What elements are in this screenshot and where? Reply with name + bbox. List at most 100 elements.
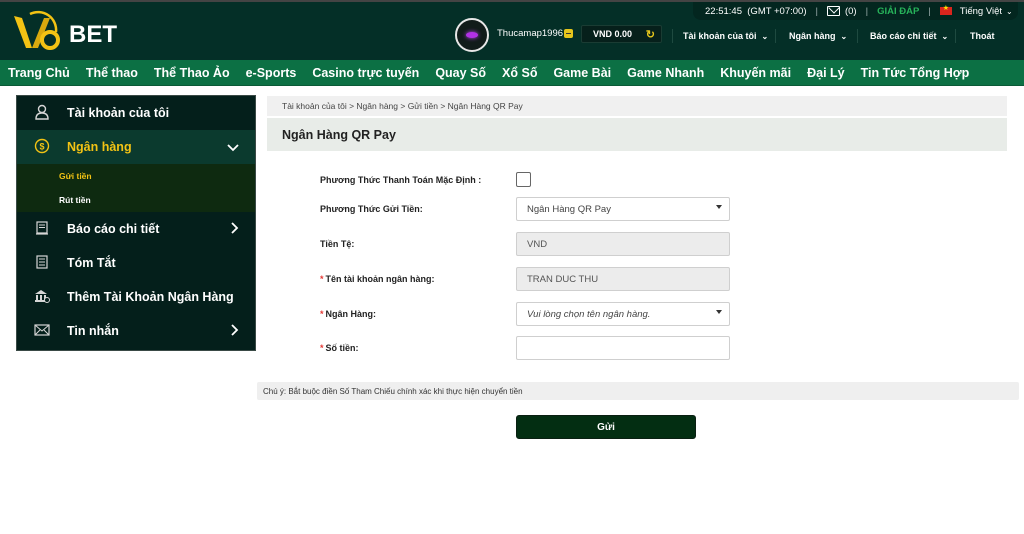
amount-label-text: Số tiền: (325, 343, 359, 353)
bank-icon (33, 289, 51, 306)
default-method-row: Phương Thức Thanh Toán Mặc Định : (320, 168, 740, 192)
clock-timezone: (GMT +07:00) (747, 5, 807, 17)
divider (672, 29, 673, 43)
nav-report[interactable]: Báo cáo chi tiết ⌄ (870, 29, 948, 43)
nav-home[interactable]: Trang Chủ (8, 66, 70, 80)
sidebar-item-summary[interactable]: Tóm Tắt (17, 246, 255, 280)
reference-note: Chú ý: Bắt buộc điền Số Tham Chiếu chính… (257, 382, 1019, 400)
default-method-checkbox[interactable] (516, 172, 531, 187)
account-name-label-text: Tên tài khoản ngân hàng: (325, 274, 435, 284)
divider: | (928, 5, 931, 17)
required-mark: * (320, 274, 324, 284)
nav-news[interactable]: Tin Tức Tổng Hợp (861, 66, 970, 80)
submit-button[interactable]: Gửi (516, 415, 696, 439)
sidebar-item-my-account[interactable]: Tài khoản của tôi (17, 96, 255, 130)
sidebar-item-label: Báo cáo chi tiết (67, 222, 160, 236)
deposit-method-label: Phương Thức Gửi Tiền: (320, 204, 423, 214)
nav-bank-label: Ngân hàng (789, 31, 836, 41)
svg-text:$: $ (39, 141, 44, 151)
chevron-right-icon (231, 221, 239, 237)
vietnam-flag-icon (939, 4, 952, 15)
account-name-value: TRAN DUC THU (527, 273, 599, 285)
chevron-right-icon (231, 323, 239, 339)
nav-casino[interactable]: Casino trực tuyến (312, 66, 419, 80)
nav-promotions[interactable]: Khuyến mãi (720, 66, 791, 80)
sidebar-item-label: Thêm Tài Khoản Ngân Hàng (67, 290, 234, 304)
amount-row: * Số tiền: (320, 336, 740, 360)
account-name-label: * Tên tài khoản ngân hàng: (320, 274, 435, 284)
sidebar-item-report[interactable]: Báo cáo chi tiết (17, 212, 255, 246)
nav-sports[interactable]: Thể thao (86, 66, 138, 80)
nav-fast-games[interactable]: Game Nhanh (627, 66, 704, 80)
divider: | (865, 5, 869, 17)
currency-row: Tiền Tệ: VND (320, 232, 740, 256)
nav-card-games[interactable]: Game Bài (553, 66, 611, 80)
bank-label: * Ngân Hàng: (320, 309, 376, 319)
sidebar-item-messages[interactable]: Tin nhắn (17, 314, 255, 348)
sidebar: Tài khoản của tôi $ Ngân hàng Gửi tiền R… (16, 95, 256, 351)
divider (857, 29, 858, 43)
required-mark: * (320, 343, 324, 353)
caret-down-icon (716, 310, 722, 314)
help-link[interactable]: GIẢI ĐÁP (877, 6, 919, 17)
sidebar-item-label: Tài khoản của tôi (67, 106, 170, 120)
username: Thucamap1996 (497, 28, 564, 39)
refresh-icon[interactable]: ↻ (646, 28, 655, 41)
language-selector[interactable]: Tiếng Việt (960, 6, 1002, 17)
default-method-label: Phương Thức Thanh Toán Mặc Định : (320, 175, 482, 185)
sidebar-subitem-withdraw[interactable]: Rút tiền (17, 188, 255, 212)
bank-row: * Ngân Hàng: Vui lòng chọn tên ngân hàng. (320, 302, 740, 326)
nav-esports[interactable]: e-Sports (246, 66, 297, 80)
dollar-circle-icon: $ (33, 138, 51, 157)
logo[interactable]: BET (10, 10, 117, 54)
currency-value: VND (527, 238, 548, 250)
top-utility-bar: 22:51:45 (GMT +07:00) | (0) | GIẢI ĐÁP |… (693, 2, 1018, 20)
breadcrumb[interactable]: Tài khoản của tôi > Ngân hàng > Gửi tiền… (267, 96, 1007, 116)
chevron-down-icon: ⌄ (840, 31, 848, 41)
chevron-down-icon[interactable]: ⌄ (1006, 7, 1013, 16)
clock-time: 22:51:45 (705, 5, 742, 17)
nav-number-game[interactable]: Quay Số (435, 66, 486, 80)
logout-label: Thoát (970, 31, 995, 41)
logo-text: BET (69, 21, 117, 48)
account-name-field: TRAN DUC THU (516, 267, 730, 291)
vip-badge-icon (564, 29, 573, 38)
sidebar-subitem-deposit[interactable]: Gửi tiền (17, 164, 255, 188)
amount-label: * Số tiền: (320, 343, 359, 353)
balance-display: VND 0.00 ↻ (581, 25, 662, 43)
user-icon (33, 104, 51, 123)
nav-bank[interactable]: Ngân hàng ⌄ (789, 29, 847, 43)
divider (775, 29, 776, 43)
messages-count[interactable]: (0) (845, 6, 857, 17)
bank-select[interactable]: Vui lòng chọn tên ngân hàng. (516, 302, 730, 326)
nav-agent[interactable]: Đại Lý (807, 66, 845, 80)
nav-report-label: Báo cáo chi tiết (870, 31, 937, 41)
balance-value: VND 0.00 (593, 29, 633, 39)
summary-icon (33, 254, 51, 272)
chevron-down-icon: ⌄ (761, 31, 769, 41)
chevron-down-icon (227, 139, 239, 155)
v9-logo-icon (14, 10, 60, 50)
sidebar-item-bank[interactable]: $ Ngân hàng (17, 130, 255, 164)
logout-button[interactable]: Thoát (970, 29, 995, 43)
caret-down-icon (716, 205, 722, 209)
main-nav: Trang Chủ Thể thao Thể Thao Ảo e-Sports … (0, 60, 1024, 86)
nav-virtual-sports[interactable]: Thể Thao Ảo (154, 66, 230, 80)
nav-lottery[interactable]: Xổ Số (502, 66, 537, 80)
divider: | (815, 5, 818, 17)
sidebar-item-label: Tóm Tắt (67, 256, 116, 270)
nav-account-label: Tài khoản của tôi (683, 31, 757, 41)
amount-input[interactable] (516, 336, 730, 360)
currency-label: Tiền Tệ: (320, 239, 355, 249)
sidebar-item-add-bank-account[interactable]: Thêm Tài Khoản Ngân Hàng (17, 280, 255, 314)
mail-icon[interactable] (826, 6, 840, 16)
report-icon (33, 220, 51, 238)
nav-account[interactable]: Tài khoản của tôi ⌄ (683, 29, 768, 43)
account-name-row: * Tên tài khoản ngân hàng: TRAN DUC THU (320, 267, 740, 291)
avatar[interactable] (455, 18, 489, 52)
sidebar-item-label: Tin nhắn (67, 324, 119, 338)
required-mark: * (320, 309, 324, 319)
bank-label-text: Ngân Hàng: (325, 309, 377, 319)
divider (955, 29, 956, 43)
deposit-method-select[interactable]: Ngân Hàng QR Pay (516, 197, 730, 221)
